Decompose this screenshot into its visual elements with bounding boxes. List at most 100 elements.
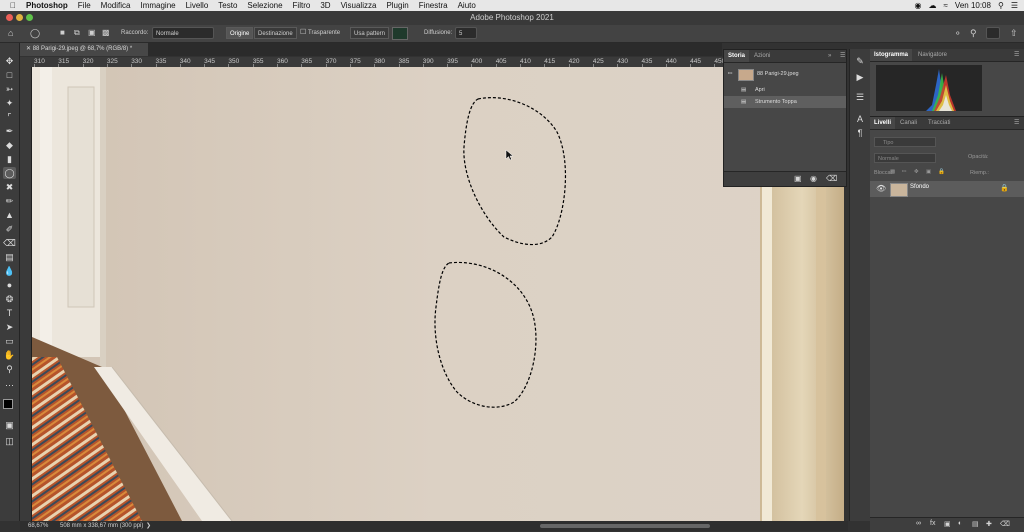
tab-storia[interactable]: Storia [724,50,750,62]
destination-button[interactable]: Destinazione [254,27,297,39]
menu-app-photoshop[interactable]: Photoshop [26,1,68,10]
new-group-icon[interactable]: ▤ [972,520,979,528]
source-button[interactable]: Origine [226,27,254,39]
tab-istogramma[interactable]: Istogramma [870,49,913,61]
delete-state-icon[interactable]: ⌫ [826,174,837,183]
healing-brush-tool-icon[interactable]: ◆ [3,139,16,151]
content-aware-move-icon[interactable]: ✖ [3,181,16,193]
new-document-from-state-icon[interactable]: ▣ [794,174,802,183]
workspace-icon[interactable] [986,27,1000,39]
mode-dropdown[interactable]: Normale [152,27,214,39]
status-menu-arrow-icon[interactable]: ❯ [146,521,151,531]
spot-healing-tool-icon[interactable]: ▮ [3,153,16,165]
adjustments-icon[interactable]: ☰ [854,91,866,103]
history-brush-source-icon[interactable]: ✏ [728,68,733,80]
menu-immagine[interactable]: Immagine [140,1,175,10]
panel-menu-icon[interactable]: ☰ [836,50,849,62]
tab-azioni[interactable]: Azioni [750,50,774,62]
paragraph-panel-icon[interactable]: ¶ [854,127,866,139]
intersect-selection-icon[interactable]: ▩ [102,27,110,39]
menu-plugin[interactable]: Plugin [386,1,408,10]
history-snapshot[interactable]: ✏ 88 Parigi-29.jpeg [724,68,846,81]
cloud-share-icon[interactable]: ⇧ [1010,27,1018,39]
history-brush-tool-icon[interactable]: ✐ [3,223,16,235]
blend-mode-dropdown[interactable]: Normale [874,153,936,163]
clock[interactable]: Ven 10:08 [955,1,991,10]
history-step-current[interactable]: ▤ Strumento Toppa [724,96,846,108]
new-layer-icon[interactable]: ✚ [986,520,992,528]
lock-position-icon[interactable]: ✥ [914,169,919,175]
lock-transparent-icon[interactable]: ▩ [890,169,895,175]
menu-livello[interactable]: Livello [186,1,209,10]
search-icon[interactable]: ⚲ [998,1,1004,10]
lock-all-icon[interactable]: 🔒 [938,169,945,175]
patch-tool-preset-icon[interactable]: ◯ [30,27,40,39]
horizontal-scrollbar[interactable] [540,524,710,528]
eyedropper-tool-icon[interactable]: ✒ [3,125,16,137]
transparent-checkbox[interactable]: ☐ [300,27,306,39]
layer-filter-input[interactable]: Tipo [874,137,936,147]
layer-visibility-eye-icon[interactable]: 👁 [876,184,886,193]
vertical-ruler[interactable] [20,67,32,521]
foreground-color-swatch[interactable] [3,399,13,409]
add-mask-icon[interactable]: ▣ [944,520,951,528]
pattern-swatch[interactable] [392,27,408,40]
gradient-tool-icon[interactable]: ▤ [3,251,16,263]
clone-stamp-tool-icon[interactable]: ▲ [3,209,16,221]
menu-aiuto[interactable]: Aiuto [458,1,476,10]
hand-tool-icon[interactable]: ✋ [3,349,16,361]
panel-collapse-icon[interactable]: » [824,50,835,62]
blur-tool-icon[interactable]: 💧 [3,265,16,277]
menu-finestra[interactable]: Finestra [419,1,448,10]
layer-row-sfondo[interactable]: 👁 Sfondo 🔒 [870,181,1024,197]
zoom-level[interactable]: 68,67% [28,521,48,531]
menu-file[interactable]: File [78,1,91,10]
document-dimensions[interactable]: 508 mm x 338,67 mm (300 ppi) [60,521,143,531]
type-tool-icon[interactable]: T [3,307,16,319]
path-selection-tool-icon[interactable]: ➤ [3,321,16,333]
eraser-tool-icon[interactable]: ⌫ [3,237,16,249]
close-window-button[interactable] [6,14,13,21]
patch-tool-icon[interactable]: ◯ [3,167,16,179]
adjustment-layer-icon[interactable]: ◐ [958,520,962,527]
brush-tool-icon[interactable]: ✏ [3,195,16,207]
tab-livelli[interactable]: Livelli [870,117,896,129]
use-pattern-button[interactable]: Usa pattern [350,27,390,39]
history-panel-icon[interactable]: ✎ [854,55,866,67]
actions-panel-icon[interactable]: ▶ [854,71,866,83]
new-snapshot-icon[interactable]: ◉ [810,174,817,183]
lock-artboard-icon[interactable]: ▣ [926,169,931,175]
wifi-icon[interactable]: ≈ [944,1,948,10]
link-layers-icon[interactable]: ∞ [916,520,921,527]
panel-menu-icon[interactable]: ☰ [1010,117,1023,129]
subtract-selection-icon[interactable]: ▣ [88,27,96,39]
move-tool-icon[interactable]: ✥ [3,55,16,67]
minimize-window-button[interactable] [16,14,23,21]
menu-visualizza[interactable]: Visualizza [341,1,377,10]
lock-paint-icon[interactable]: ✏ [902,169,907,175]
record-icon[interactable]: ◉ [915,1,922,10]
tab-canali[interactable]: Canali [896,117,921,129]
menu-3d[interactable]: 3D [320,1,330,10]
lasso-tool-icon[interactable]: ➳ [3,83,16,95]
document-tab[interactable]: ✕ 88 Parigi-29.jpeg @ 68,7% (RGB/8) * [20,43,148,56]
zoom-tool-icon[interactable]: ⚲ [3,363,16,375]
control-center-icon[interactable]: ☰ [1011,1,1018,10]
menu-modifica[interactable]: Modifica [101,1,131,10]
crop-tool-icon[interactable]: ⌜ [3,111,16,123]
menu-testo[interactable]: Testo [218,1,237,10]
menu-filtro[interactable]: Filtro [293,1,311,10]
diffusion-input[interactable]: 5 [455,27,477,39]
add-selection-icon[interactable]: ⧉ [74,27,80,39]
dodge-tool-icon[interactable]: ● [3,279,16,291]
zoom-window-button[interactable] [26,14,33,21]
tab-tracciati[interactable]: Tracciati [924,117,954,129]
pen-tool-icon[interactable]: ❂ [3,293,16,305]
magic-wand-tool-icon[interactable]: ✦ [3,97,16,109]
marquee-tool-icon[interactable]: □ [3,69,16,81]
new-selection-icon[interactable]: ■ [60,27,65,39]
apple-menu-icon[interactable]:  [10,1,16,10]
tab-navigatore[interactable]: Navigatore [914,49,951,61]
tab-close-icon[interactable]: ✕ [26,46,31,52]
home-icon[interactable]: ⌂ [8,27,13,39]
